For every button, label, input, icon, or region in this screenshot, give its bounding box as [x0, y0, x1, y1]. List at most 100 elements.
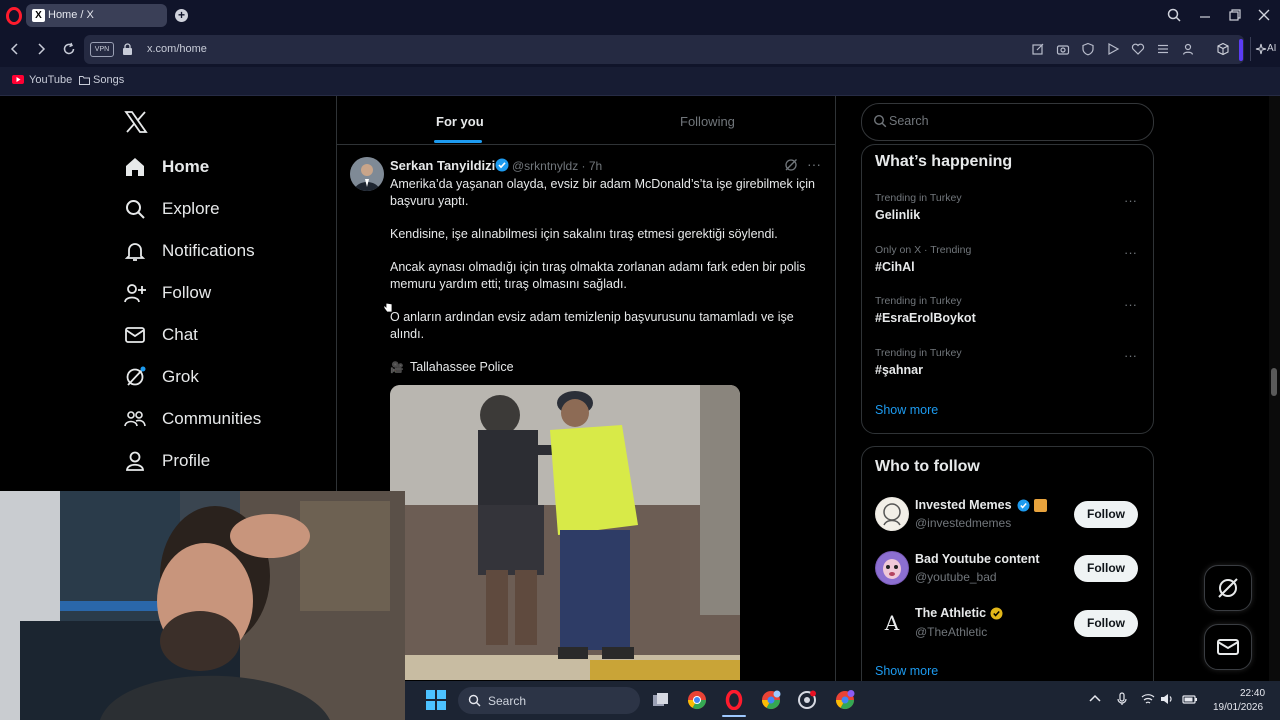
url-text[interactable]: x.com/home [147, 43, 207, 55]
trends-show-more-link[interactable]: Show more [875, 403, 938, 417]
app-gear-icon[interactable] [797, 690, 817, 710]
search-placeholder[interactable]: Search [889, 114, 929, 128]
active-app-indicator [722, 715, 746, 717]
verified-badge-icon [1017, 499, 1030, 512]
new-tab-button[interactable]: + [175, 9, 188, 22]
grok-icon [124, 366, 146, 388]
opera-logo-icon[interactable] [6, 7, 22, 25]
nav-notifications[interactable]: Notifications [120, 232, 330, 272]
play-icon[interactable] [1106, 42, 1120, 56]
nav-chat[interactable]: Chat [120, 316, 330, 356]
taskbar-search-icon [468, 694, 481, 707]
tweet-author-name[interactable]: Serkan Tanyildizi [390, 158, 495, 173]
nav-home-label: Home [162, 157, 210, 176]
trend-meta: Trending in Turkey [875, 347, 962, 359]
grok-explain-icon[interactable] [784, 158, 798, 172]
verified-gold-badge-icon [990, 607, 1003, 620]
trend-name[interactable]: #şahnar [875, 363, 923, 377]
nav-communities[interactable]: Communities [120, 400, 330, 440]
nav-grok[interactable]: Grok [120, 358, 330, 398]
nav-profile[interactable]: Profile [120, 442, 330, 482]
trend-name[interactable]: Gelinlik [875, 208, 920, 222]
suggestion-name[interactable]: The Athletic [915, 606, 986, 620]
trend-more-icon[interactable]: ··· [1124, 348, 1137, 363]
edit-icon[interactable] [1031, 42, 1045, 56]
follow-button[interactable]: Follow [1074, 610, 1138, 637]
follow-button[interactable]: Follow [1074, 555, 1138, 582]
nav-explore[interactable]: Explore [120, 190, 330, 230]
bookmark-youtube[interactable]: YouTube [29, 74, 72, 86]
trend-more-icon[interactable]: ··· [1124, 193, 1137, 208]
folder-icon [79, 75, 90, 85]
trends-title: What’s happening [875, 153, 1013, 170]
opera-taskbar-icon[interactable] [724, 690, 744, 710]
tweet-video[interactable] [390, 385, 740, 680]
trend-more-icon[interactable]: ··· [1124, 297, 1137, 312]
clock-date[interactable]: 19/01/2026 [1213, 702, 1263, 713]
wifi-icon[interactable] [1141, 692, 1155, 706]
mail-icon [124, 324, 146, 346]
trend-more-icon[interactable]: ··· [1124, 245, 1137, 260]
follow-show-more-link[interactable]: Show more [875, 664, 938, 678]
extensions-cube-icon[interactable] [1216, 42, 1230, 56]
minimize-window-icon[interactable] [1197, 7, 1215, 25]
browser-tab[interactable]: X Home / X [26, 4, 167, 27]
nav-home[interactable]: Home [120, 148, 330, 188]
follow-icon [124, 282, 146, 304]
tweet-author-avatar[interactable] [350, 157, 384, 191]
suggestion-name[interactable]: Invested Memes [915, 498, 1012, 512]
menu-lines-icon[interactable] [1156, 42, 1170, 56]
avatar[interactable]: A [875, 606, 909, 640]
tray-chevron-up-icon[interactable] [1088, 692, 1102, 706]
shield-icon[interactable] [1081, 42, 1095, 56]
tab-following[interactable]: Following [680, 114, 735, 129]
windows-start-icon[interactable] [426, 690, 446, 710]
task-view-icon[interactable] [651, 690, 671, 710]
messages-fab-button[interactable] [1204, 624, 1252, 670]
grok-fab-button[interactable] [1204, 565, 1252, 611]
follow-button[interactable]: Follow [1074, 501, 1138, 528]
lock-icon[interactable] [122, 43, 133, 55]
nav-grok-label: Grok [162, 367, 199, 386]
scrollbar-thumb[interactable] [1271, 368, 1277, 396]
clock-time[interactable]: 22:40 [1240, 688, 1265, 699]
address-field[interactable] [84, 35, 1244, 64]
microphone-icon[interactable] [1115, 692, 1129, 706]
trend-name[interactable]: #CihAl [875, 260, 915, 274]
taskbar-search-label[interactable]: Search [488, 694, 526, 708]
suggestion-name[interactable]: Bad Youtube content [915, 552, 1040, 566]
back-icon[interactable] [8, 42, 22, 56]
avatar[interactable] [875, 551, 909, 585]
chrome-secondary-icon[interactable] [835, 690, 855, 710]
x-logo-icon[interactable] [124, 110, 148, 134]
taskbar-search-box[interactable] [458, 687, 640, 714]
close-window-icon[interactable] [1256, 7, 1274, 25]
camera-icon[interactable] [1056, 42, 1070, 56]
nav-follow[interactable]: Follow [120, 274, 330, 314]
nav-communities-label: Communities [162, 409, 262, 428]
chrome-profile-icon[interactable] [761, 690, 781, 710]
more-options-icon[interactable]: ··· [807, 156, 821, 172]
trend-name[interactable]: #EsraErolBoykot [875, 311, 976, 325]
account-icon[interactable] [1181, 42, 1195, 56]
tab-title: Home / X [48, 9, 94, 21]
avatar[interactable] [875, 497, 909, 531]
forward-icon[interactable] [34, 42, 48, 56]
tweet-handle-time[interactable]: @srkntnyldz · 7h [512, 159, 602, 173]
tab-for-you[interactable]: For you [436, 114, 484, 129]
battery-icon[interactable] [1182, 692, 1197, 706]
webcam-overlay [0, 491, 405, 720]
heart-icon[interactable] [1131, 42, 1145, 56]
ai-button[interactable]: AI [1250, 37, 1279, 61]
volume-icon[interactable] [1160, 692, 1174, 706]
nav-profile-label: Profile [162, 451, 211, 470]
suggestion-handle: @TheAthletic [915, 625, 988, 639]
bookmark-songs[interactable]: Songs [93, 74, 124, 86]
chrome-icon[interactable] [687, 690, 707, 710]
restore-window-icon[interactable] [1227, 7, 1245, 25]
vpn-badge[interactable]: VPN [90, 42, 114, 57]
trend-meta: Only on X · Trending [875, 244, 972, 256]
browser-search-icon[interactable] [1166, 7, 1184, 25]
reload-icon[interactable] [62, 42, 76, 56]
affiliate-badge-icon [1034, 499, 1047, 512]
